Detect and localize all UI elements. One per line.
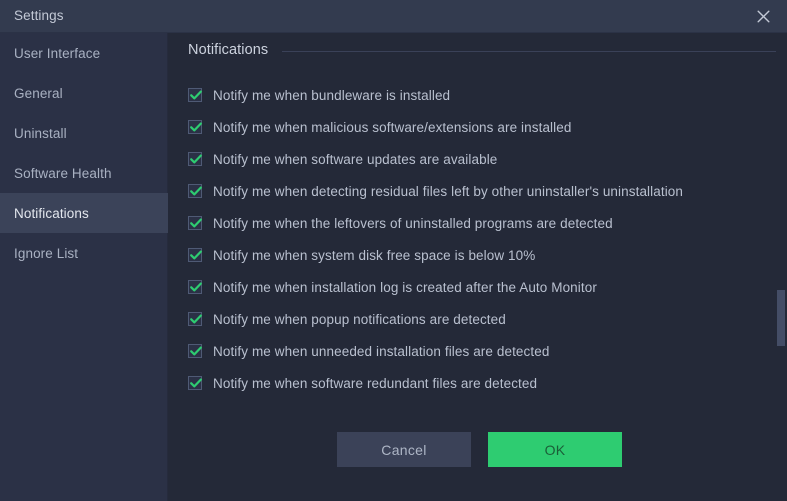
- check-icon: [190, 250, 202, 260]
- window-title: Settings: [14, 8, 64, 23]
- notification-option-row[interactable]: Notify me when malicious software/extens…: [168, 111, 787, 143]
- sidebar-item-label: Software Health: [14, 165, 112, 181]
- checkbox-checked[interactable]: [188, 312, 202, 326]
- check-icon: [190, 186, 202, 196]
- sidebar-item-label: Ignore List: [14, 245, 79, 261]
- notification-option-label: Notify me when installation log is creat…: [213, 279, 597, 295]
- notification-option-row[interactable]: Notify me when software redundant files …: [168, 367, 787, 399]
- sidebar-item-label: User Interface: [14, 45, 101, 61]
- notification-option-row[interactable]: Notify me when popup notifications are d…: [168, 303, 787, 335]
- notification-option-row[interactable]: Notify me when the leftovers of uninstal…: [168, 207, 787, 239]
- sidebar-item-software-health[interactable]: Software Health: [0, 153, 168, 193]
- notification-option-label: Notify me when system disk free space is…: [213, 247, 536, 263]
- notification-option-label: Notify me when software updates are avai…: [213, 151, 498, 167]
- notification-option-label: Notify me when the leftovers of uninstal…: [213, 215, 613, 231]
- check-icon: [190, 154, 202, 164]
- notification-option-label: Notify me when popup notifications are d…: [213, 311, 506, 327]
- scrollbar-track[interactable]: [776, 33, 787, 501]
- titlebar: Settings: [0, 0, 787, 33]
- sidebar-item-uninstall[interactable]: Uninstall: [0, 113, 168, 153]
- sidebar-item-user-interface[interactable]: User Interface: [0, 33, 168, 73]
- checkbox-checked[interactable]: [188, 184, 202, 198]
- content-pane: Notifications Notify me when bundleware …: [168, 33, 787, 501]
- notification-option-row[interactable]: Notify me when installation log is creat…: [168, 271, 787, 303]
- header-divider: [282, 50, 776, 52]
- page-title: Notifications: [188, 42, 269, 58]
- check-icon: [190, 218, 202, 228]
- checkbox-checked[interactable]: [188, 248, 202, 262]
- checkbox-checked[interactable]: [188, 376, 202, 390]
- sidebar-item-label: General: [14, 85, 63, 101]
- notification-option-row[interactable]: Notify me when bundleware is installed: [168, 79, 787, 111]
- checkbox-checked[interactable]: [188, 152, 202, 166]
- button-bar: Cancel OK: [168, 432, 787, 472]
- notification-option-row[interactable]: Notify me when detecting residual files …: [168, 175, 787, 207]
- checkbox-checked[interactable]: [188, 344, 202, 358]
- sidebar-item-label: Notifications: [14, 205, 89, 221]
- check-icon: [190, 282, 202, 292]
- checkbox-checked[interactable]: [188, 88, 202, 102]
- notification-option-label: Notify me when bundleware is installed: [213, 87, 451, 103]
- notification-option-row[interactable]: Notify me when system disk free space is…: [168, 239, 787, 271]
- notification-option-label: Notify me when detecting residual files …: [213, 183, 684, 199]
- close-icon[interactable]: [743, 0, 783, 32]
- notification-option-label: Notify me when unneeded installation fil…: [213, 343, 550, 359]
- section-header: Notifications: [188, 40, 776, 60]
- ok-button[interactable]: OK: [488, 432, 622, 467]
- sidebar-item-general[interactable]: General: [0, 73, 168, 113]
- scrollbar-thumb[interactable]: [777, 290, 785, 346]
- checkbox-checked[interactable]: [188, 120, 202, 134]
- settings-window: Settings User Interface General Uninstall S…: [0, 0, 787, 501]
- notification-option-row[interactable]: Notify me when software updates are avai…: [168, 143, 787, 175]
- check-icon: [190, 346, 202, 356]
- check-icon: [190, 90, 202, 100]
- checkbox-checked[interactable]: [188, 280, 202, 294]
- checkbox-checked[interactable]: [188, 216, 202, 230]
- notification-option-label: Notify me when software redundant files …: [213, 375, 538, 391]
- check-icon: [190, 122, 202, 132]
- sidebar: User Interface General Uninstall Software H…: [0, 33, 168, 501]
- sidebar-item-ignore-list[interactable]: Ignore List: [0, 233, 168, 273]
- check-icon: [190, 378, 202, 388]
- notification-option-label: Notify me when malicious software/extens…: [213, 119, 572, 135]
- sidebar-item-label: Uninstall: [14, 125, 67, 141]
- check-icon: [190, 314, 202, 324]
- cancel-button[interactable]: Cancel: [337, 432, 471, 467]
- notification-option-row[interactable]: Notify me when unneeded installation fil…: [168, 335, 787, 367]
- sidebar-item-notifications[interactable]: Notifications: [0, 193, 168, 233]
- notification-option-list: Notify me when bundleware is installed No…: [168, 79, 787, 399]
